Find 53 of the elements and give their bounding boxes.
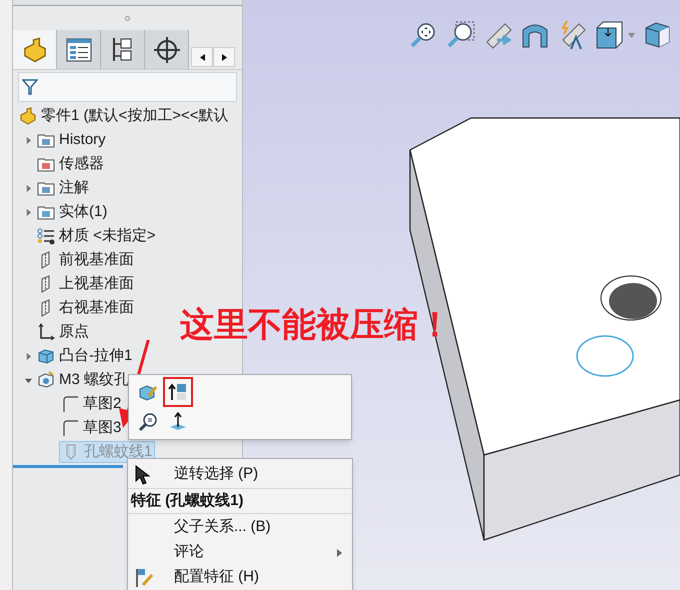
right-arrow-icon (222, 54, 226, 60)
panel-tab[interactable] (57, 30, 101, 69)
menu-item[interactable]: 父子关系... (B) (128, 515, 352, 540)
flag-pencil-icon (134, 568, 154, 588)
tree-item[interactable]: 草图3 (59, 417, 124, 439)
sketch-icon (61, 395, 79, 413)
tree-item[interactable]: 材质 <未指定> (35, 225, 158, 247)
crosshair-icon (154, 36, 180, 62)
part-icon (19, 107, 37, 125)
list-icon (66, 38, 92, 62)
menu-item[interactable]: 配置特征 (H) (128, 565, 352, 590)
suppress-icon (168, 382, 188, 402)
scroll-left-button[interactable] (191, 47, 213, 67)
zoom-icon (138, 412, 158, 432)
menu-item[interactable]: 评论 (128, 540, 352, 565)
view-cube-icon[interactable] (594, 20, 624, 50)
tree-item[interactable]: History (35, 129, 108, 151)
tree-item[interactable]: 零件1 (默认<按加工><<默认 (17, 105, 231, 127)
origin-icon (37, 323, 55, 341)
tree-item[interactable]: 前视基准面 (35, 249, 136, 271)
normal-to-icon (168, 412, 188, 432)
tree-item[interactable]: 凸台-拉伸1 (35, 345, 134, 367)
tree-item[interactable]: 注解 (35, 177, 91, 199)
toolbar-button[interactable] (163, 377, 193, 407)
expand-caret-icon[interactable] (24, 136, 32, 144)
panel-tab[interactable] (145, 30, 189, 69)
scroll-right-button[interactable] (213, 47, 235, 67)
hole-feature-icon (37, 371, 55, 389)
sketch-icon (61, 419, 79, 437)
expand-caret-icon[interactable] (24, 352, 32, 360)
menu-section-header: 特征 (孔螺蚊线1) (131, 490, 244, 511)
tree-item[interactable]: 实体(1) (35, 201, 110, 223)
tree-item[interactable]: 右视基准面 (35, 297, 136, 319)
panel-tab[interactable] (101, 30, 145, 69)
extrude-icon (37, 347, 55, 365)
filter-icon (22, 78, 38, 96)
zoom-area-icon[interactable] (446, 20, 476, 50)
part-icon (22, 36, 48, 62)
tree-item[interactable]: M3 螺纹孔 (35, 369, 132, 391)
grip-handle-icon[interactable] (125, 16, 130, 20)
expand-caret-icon[interactable] (24, 376, 32, 384)
left-arrow-icon (200, 54, 204, 60)
menu-item[interactable]: 逆转选择 (P) (128, 462, 352, 487)
expand-caret-icon[interactable] (24, 208, 32, 216)
submenu-arrow-icon (337, 548, 342, 556)
tree-item[interactable]: 上视基准面 (35, 273, 136, 295)
cursor-icon (134, 464, 152, 484)
tree-structure-icon (110, 36, 134, 62)
material-icon (37, 227, 55, 245)
tree-item[interactable]: 草图2 (59, 393, 124, 415)
tree-item[interactable]: 传感器 (35, 153, 106, 175)
tree-item[interactable]: 原点 (35, 321, 91, 343)
expand-caret-icon[interactable] (24, 184, 32, 192)
